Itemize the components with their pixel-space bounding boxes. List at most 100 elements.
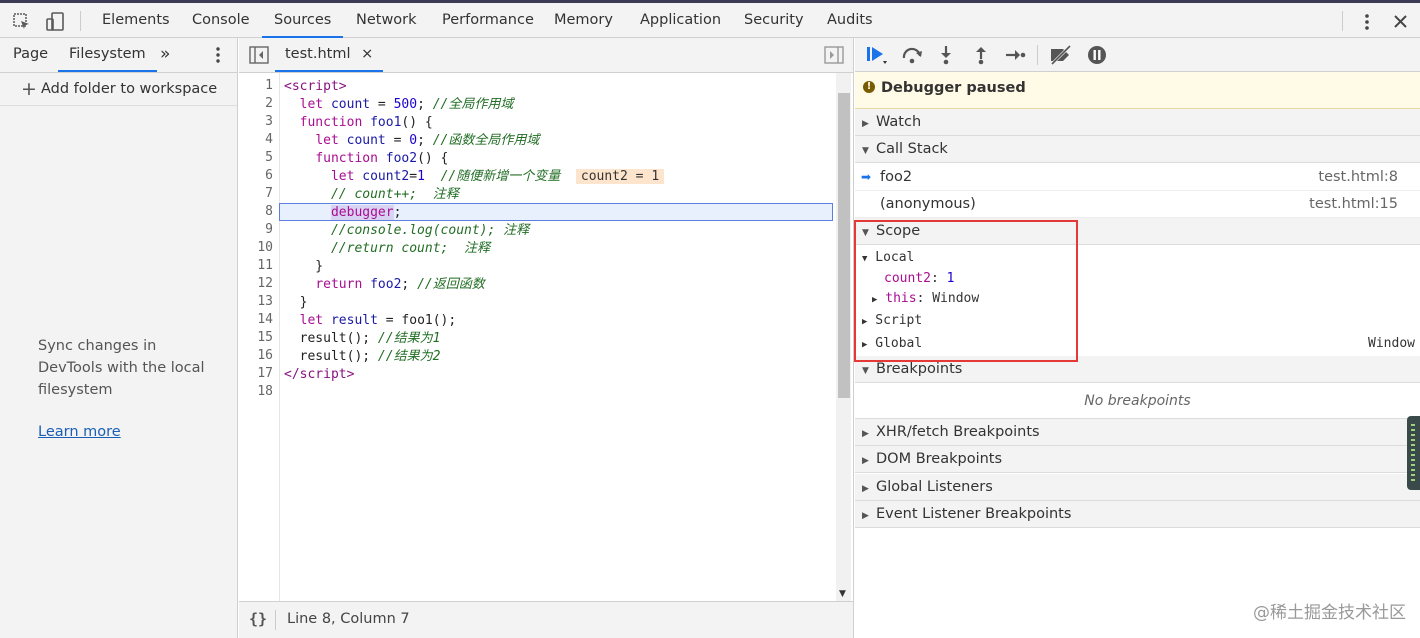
tab-security[interactable]: Security xyxy=(744,3,804,38)
line-number[interactable]: 5 xyxy=(243,150,273,165)
global-listeners-header[interactable]: ▶ Global Listeners xyxy=(855,474,1420,501)
paused-message: Debugger paused xyxy=(881,80,1026,96)
tab-sources[interactable]: Sources xyxy=(262,3,344,38)
frame-location[interactable]: test.html:8 xyxy=(1318,164,1398,191)
add-folder-button[interactable]: + Add folder to workspace xyxy=(0,73,237,106)
sync-description: Sync changes in DevTools with the local … xyxy=(38,338,205,398)
line-number[interactable]: 17 xyxy=(243,366,273,381)
close-devtools-icon[interactable] xyxy=(1390,11,1412,33)
scope-global[interactable]: ▶ Global xyxy=(862,336,922,351)
line-number[interactable]: 4 xyxy=(243,132,273,147)
step-into-icon[interactable] xyxy=(935,44,957,70)
editor-status-bar: {} Line 8, Column 7 xyxy=(239,601,853,638)
line-number[interactable]: 7 xyxy=(243,186,273,201)
scrollbar-thumb[interactable] xyxy=(838,93,850,398)
line-number[interactable]: 2 xyxy=(243,96,273,111)
file-tab[interactable]: test.html × xyxy=(275,38,384,72)
code-line: debugger; xyxy=(330,205,402,220)
navigator-panel: Page Filesystem » + Add folder to worksp… xyxy=(0,38,238,638)
line-number[interactable]: 6 xyxy=(243,168,273,183)
tab-filesystem[interactable]: Filesystem xyxy=(58,38,157,72)
toggle-debugger-icon[interactable] xyxy=(824,46,844,68)
step-icon[interactable] xyxy=(1004,44,1026,70)
line-number[interactable]: 16 xyxy=(243,348,273,363)
pretty-print-icon[interactable]: {} xyxy=(249,610,267,628)
tab-network[interactable]: Network xyxy=(356,3,417,38)
tab-elements[interactable]: Elements xyxy=(102,3,170,38)
pause-on-exceptions-icon[interactable] xyxy=(1086,44,1108,70)
scope-variable[interactable]: count2: 1 xyxy=(884,271,954,286)
navigator-menu-icon[interactable] xyxy=(208,45,228,69)
editor-scrollbar[interactable]: ▼ xyxy=(836,73,851,601)
toggle-navigator-icon[interactable] xyxy=(249,46,269,68)
scope-this[interactable]: ▶ this: Window xyxy=(872,291,979,306)
section-title: Breakpoints xyxy=(876,361,963,377)
line-number[interactable]: 14 xyxy=(243,312,273,327)
expand-arrow-icon: ▶ xyxy=(862,511,869,521)
add-folder-label: Add folder to workspace xyxy=(41,81,218,97)
tab-page[interactable]: Page xyxy=(13,38,48,72)
code-line: </script> xyxy=(284,367,355,382)
scope-script[interactable]: ▶ Script xyxy=(862,313,922,328)
expand-arrow-icon: ▶ xyxy=(862,484,869,494)
tab-memory[interactable]: Memory xyxy=(554,3,613,38)
tab-console[interactable]: Console xyxy=(192,3,250,38)
section-title: Global Listeners xyxy=(876,479,993,495)
scope-section-header[interactable]: ▼ Scope xyxy=(855,218,1420,245)
section-title: Event Listener Breakpoints xyxy=(876,506,1072,522)
close-tab-icon[interactable]: × xyxy=(361,46,373,62)
breakpoints-section-header[interactable]: ▼ Breakpoints xyxy=(855,356,1420,383)
scope-label: Local xyxy=(875,250,915,265)
code-line: function foo1() { xyxy=(299,115,433,130)
dom-breakpoints-header[interactable]: ▶ DOM Breakpoints xyxy=(855,446,1420,473)
line-number[interactable]: 11 xyxy=(243,258,273,273)
step-out-icon[interactable] xyxy=(970,44,992,70)
call-frame-row[interactable]: ➡ foo2 test.html:8 xyxy=(855,164,1420,191)
code-line: //console.log(count); 注释 xyxy=(330,223,530,238)
learn-more-link[interactable]: Learn more xyxy=(38,424,121,440)
line-number[interactable]: 18 xyxy=(243,384,273,399)
expand-arrow-icon: ▶ xyxy=(862,429,869,439)
line-number[interactable]: 10 xyxy=(243,240,273,255)
devtools-toolbar: Elements Console Sources Network Perform… xyxy=(0,0,1420,38)
device-toolbar-icon[interactable] xyxy=(44,11,66,33)
frame-name: foo2 xyxy=(880,169,913,185)
variable-name: count2 xyxy=(884,271,931,286)
line-number[interactable]: 3 xyxy=(243,114,273,129)
code-line: let count = 0; //函数全局作用域 xyxy=(315,133,540,148)
step-over-icon[interactable] xyxy=(900,44,924,70)
line-number[interactable]: 8 xyxy=(243,204,273,219)
code-line: } xyxy=(284,295,308,310)
tab-performance[interactable]: Performance xyxy=(442,3,534,38)
side-widget-handle[interactable] xyxy=(1407,416,1420,490)
scope-local[interactable]: ▼ Local xyxy=(862,250,914,265)
line-number[interactable]: 1 xyxy=(243,78,273,93)
section-title: Watch xyxy=(876,114,922,130)
more-tabs-icon[interactable]: » xyxy=(160,38,170,72)
event-listener-breakpoints-header[interactable]: ▶ Event Listener Breakpoints xyxy=(855,501,1420,528)
tab-application[interactable]: Application xyxy=(640,3,721,38)
code-line: return foo2; //返回函数 xyxy=(315,277,485,292)
more-options-icon[interactable] xyxy=(1356,11,1378,33)
call-frame-row[interactable]: (anonymous) test.html:15 xyxy=(855,191,1420,218)
watch-section-header[interactable]: ▶ Watch xyxy=(855,109,1420,136)
tab-audits[interactable]: Audits xyxy=(827,3,873,38)
line-gutter[interactable]: 1 2 3 4 5 6 7 8 9 10 11 12 13 14 15 16 1… xyxy=(239,73,280,601)
line-number[interactable]: 15 xyxy=(243,330,273,345)
line-number[interactable]: 9 xyxy=(243,222,273,237)
section-title: Scope xyxy=(876,223,921,239)
code-line: //return count; 注释 xyxy=(330,241,491,256)
code-line: } xyxy=(284,259,324,274)
debugger-sidebar: ! Debugger paused ▶ Watch ▼ Call Stack ➡ f… xyxy=(855,38,1420,638)
resume-icon[interactable] xyxy=(865,44,889,70)
call-stack-section-header[interactable]: ▼ Call Stack xyxy=(855,136,1420,163)
paused-banner: ! Debugger paused xyxy=(855,72,1420,109)
line-number[interactable]: 13 xyxy=(243,294,273,309)
xhr-breakpoints-header[interactable]: ▶ XHR/fetch Breakpoints xyxy=(855,419,1420,446)
line-number[interactable]: 12 xyxy=(243,276,273,291)
inspect-element-icon[interactable] xyxy=(11,11,33,33)
deactivate-breakpoints-icon[interactable] xyxy=(1048,44,1074,70)
scroll-down-arrow-icon[interactable]: ▼ xyxy=(839,589,846,599)
frame-location[interactable]: test.html:15 xyxy=(1309,191,1398,218)
info-icon: ! xyxy=(863,81,875,93)
